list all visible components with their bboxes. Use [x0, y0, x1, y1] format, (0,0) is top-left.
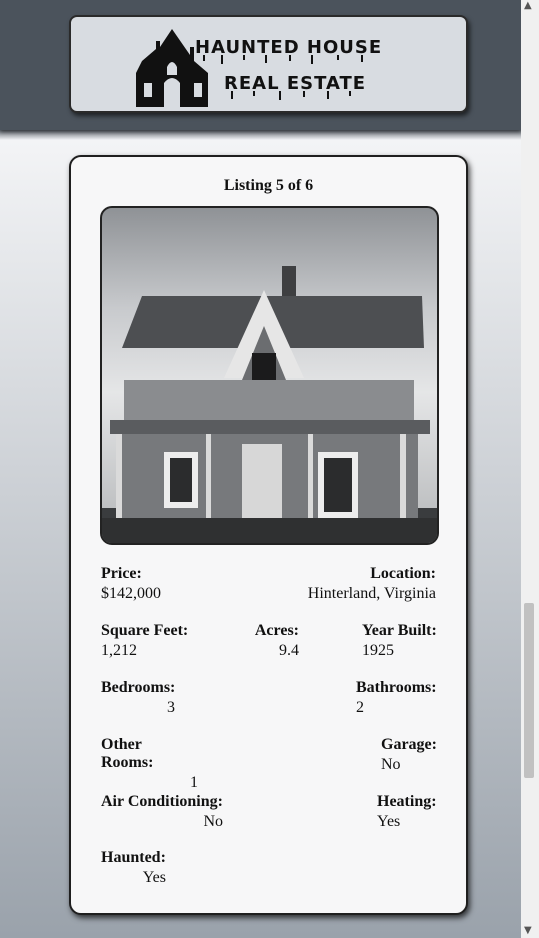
location-value: Hinterland, Virginia	[307, 585, 436, 602]
bedrooms-label: Bedrooms:	[101, 679, 176, 696]
brand-line-2: REAL ESTATE	[224, 73, 367, 94]
garage-value: No	[381, 756, 401, 773]
air-conditioning-value: No	[203, 813, 223, 830]
brand-line-1: HAUNTED HOUSE	[195, 37, 383, 58]
field-haunted: Haunted: Yes	[101, 849, 166, 887]
field-other-rooms: Other Rooms: 1	[101, 736, 198, 792]
field-heating: Heating: Yes	[377, 793, 437, 831]
listing-title: Listing 5 of 6	[223, 177, 314, 194]
acres-value: 9.4	[279, 642, 299, 659]
scrollbar-track[interactable]	[521, 0, 539, 938]
listing-card: Listing 5 of 6 Price: $142,000 Location:…	[69, 155, 468, 915]
field-bedrooms: Bedrooms: 3	[101, 679, 175, 717]
other-rooms-value: 1	[190, 774, 198, 791]
price-label: Price:	[101, 565, 142, 582]
field-bathrooms: Bathrooms: 2	[356, 679, 437, 717]
bathrooms-value: 2	[356, 699, 364, 716]
listing-photo[interactable]	[100, 206, 439, 545]
field-acres: Acres: 9.4	[253, 622, 299, 660]
field-garage: Garage: No	[381, 736, 437, 774]
heating-label: Heating:	[377, 793, 437, 810]
haunted-value: Yes	[142, 869, 166, 886]
garage-label: Garage:	[381, 736, 437, 753]
scrollbar-thumb[interactable]	[524, 603, 534, 778]
location-label: Location:	[370, 565, 436, 582]
haunted-label: Haunted:	[101, 849, 166, 866]
year-built-label: Year Built:	[362, 622, 437, 639]
scroll-down-arrow-icon[interactable]: ▼	[524, 925, 532, 936]
abandoned-house-photo	[102, 266, 437, 543]
acres-label: Acres:	[254, 622, 299, 639]
field-square-feet: Square Feet: 1,212	[101, 622, 188, 660]
other-rooms-label: Other Rooms:	[101, 736, 154, 771]
price-value: $142,000	[101, 585, 161, 602]
field-location: Location: Hinterland, Virginia	[308, 565, 436, 603]
field-price: Price: $142,000	[101, 565, 161, 603]
site-logo[interactable]: HAUNTED HOUSE REAL ESTATE	[69, 15, 468, 113]
bedrooms-value: 3	[167, 699, 175, 716]
bathrooms-label: Bathrooms:	[356, 679, 437, 696]
square-feet-value: 1,212	[101, 642, 137, 659]
heating-value: Yes	[377, 813, 401, 830]
square-feet-label: Square Feet:	[101, 622, 189, 639]
field-year-built: Year Built: 1925	[362, 622, 437, 660]
air-conditioning-label: Air Conditioning:	[101, 793, 223, 810]
scroll-up-arrow-icon[interactable]: ▲	[524, 0, 532, 11]
field-air-conditioning: Air Conditioning: No	[101, 793, 223, 831]
year-built-value: 1925	[362, 642, 394, 659]
